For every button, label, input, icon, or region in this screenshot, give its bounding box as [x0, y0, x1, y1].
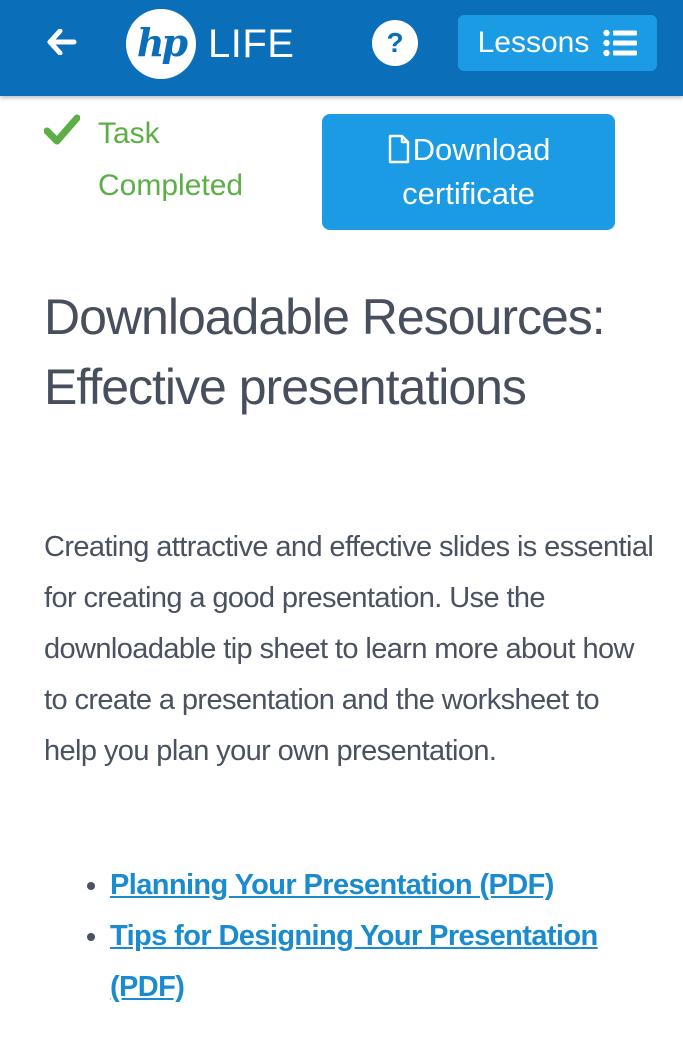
download-certificate-button[interactable]: Download certificate: [322, 114, 615, 230]
back-arrow-icon: [47, 29, 77, 55]
download-certificate-label-line2: certificate: [402, 176, 535, 211]
lessons-button[interactable]: Lessons: [458, 15, 657, 71]
hp-logo-icon: hp: [126, 9, 196, 79]
list-item: Tips for Designing Your Presentation (PD…: [110, 911, 670, 1013]
task-status: Task Completed: [44, 108, 284, 212]
tips-designing-presentation-pdf-link[interactable]: Tips for Designing Your Presentation (PD…: [110, 920, 598, 1003]
planning-presentation-pdf-link[interactable]: Planning Your Presentation (PDF): [110, 869, 554, 901]
document-icon: [388, 134, 409, 164]
task-status-label: Task Completed: [98, 117, 244, 202]
top-navigation-bar: hp LIFE ? Lessons: [0, 0, 683, 96]
resource-links-list: Planning Your Presentation (PDF) Tips fo…: [72, 860, 670, 1013]
logo-text: LIFE: [208, 21, 295, 66]
lesson-description: Creating attractive and effective slides…: [44, 531, 654, 767]
hp-life-logo[interactable]: hp LIFE: [126, 8, 294, 80]
back-button[interactable]: [44, 26, 80, 58]
lessons-label: Lessons: [477, 26, 590, 59]
page-title: Downloadable Resources: Effective presen…: [44, 289, 606, 415]
list-item: Planning Your Presentation (PDF): [110, 860, 670, 911]
list-icon: [603, 29, 638, 57]
help-button[interactable]: ?: [372, 20, 418, 66]
checkmark-icon: [44, 114, 80, 145]
help-icon: ?: [386, 27, 404, 58]
download-certificate-label-line1: Download: [412, 132, 551, 167]
